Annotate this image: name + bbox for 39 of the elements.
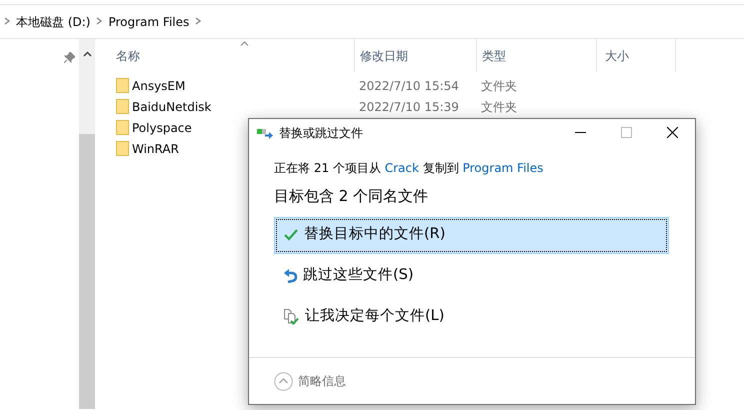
- option-button[interactable]: 跳过这些文件(S): [274, 258, 669, 294]
- option-button[interactable]: 让我决定每个文件(L): [274, 298, 669, 336]
- window-title: 替换或跳过文件: [279, 124, 363, 142]
- breadcrumb-item[interactable]: 本地磁盘 (D:): [16, 12, 90, 30]
- file-name[interactable]: BaiduNetdisk: [132, 98, 212, 116]
- maximize-icon: [620, 127, 632, 138]
- column-header[interactable]: 修改日期: [354, 39, 476, 72]
- date-modified: 2022/7/10 15:54: [359, 78, 459, 92]
- pin-icon[interactable]: [64, 52, 75, 63]
- option-button[interactable]: 替换目标中的文件(R): [274, 216, 669, 254]
- undo-arrow-icon: [284, 269, 297, 283]
- copy-icon: [257, 126, 273, 138]
- file-name[interactable]: WinRAR: [132, 140, 179, 158]
- file-name[interactable]: Polyspace: [132, 118, 192, 136]
- file-type: 文件夹: [481, 78, 517, 92]
- file-name[interactable]: AnsysEM: [132, 76, 186, 94]
- column-header[interactable]: 类型: [476, 39, 596, 72]
- breadcrumb-item[interactable]: Program Files: [108, 12, 190, 30]
- date-modified: 2022/7/10 15:39: [359, 100, 459, 114]
- folder-icon: [116, 141, 129, 156]
- folder-link[interactable]: Crack: [384, 161, 419, 175]
- check-icon: [284, 229, 298, 241]
- collapse-icon: [274, 372, 293, 390]
- details-toggle[interactable]: 简略信息: [274, 372, 346, 390]
- folder-icon: [116, 99, 129, 114]
- folder-link[interactable]: Program Files: [462, 161, 544, 175]
- folder-icon: [116, 78, 129, 93]
- minimize-icon: [574, 132, 586, 133]
- documents-check-icon: [284, 309, 299, 325]
- copy-status-text: 正在将 21 个项目从 Crack 复制到 Program Files: [273, 160, 544, 177]
- close-icon: [666, 127, 678, 138]
- column-header[interactable]: 大小: [596, 39, 676, 72]
- file-type: 文件夹: [481, 100, 517, 114]
- dialog-heading: 目标包含 2 个同名文件: [273, 186, 430, 207]
- folder-icon: [116, 120, 129, 135]
- sort-icon: [240, 41, 250, 46]
- scroll-up-icon[interactable]: [82, 51, 92, 57]
- scrollbar-thumb[interactable]: [79, 134, 95, 409]
- column-header[interactable]: 名称: [95, 39, 354, 72]
